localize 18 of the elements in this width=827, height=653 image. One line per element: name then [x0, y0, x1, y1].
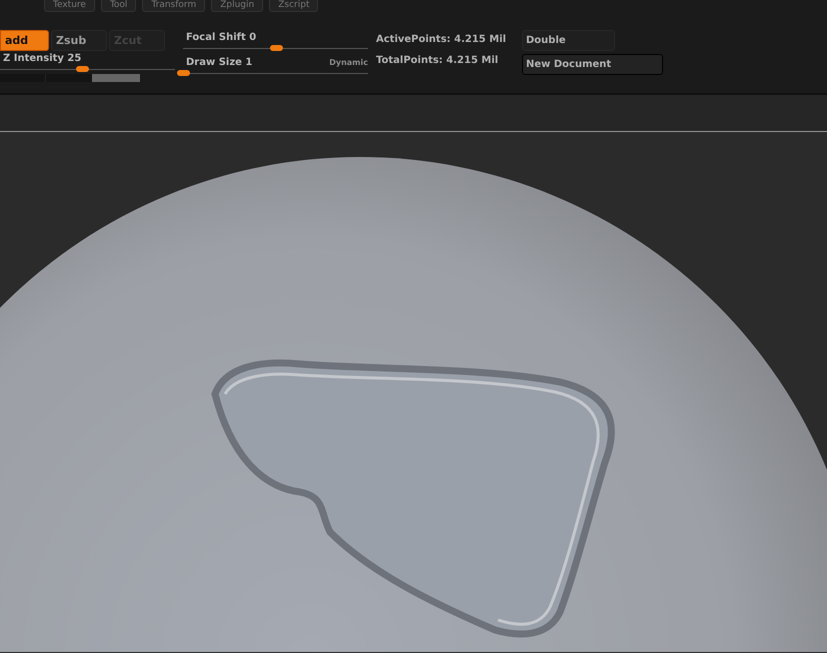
points-readout: TotalPoints: 4.215 Mil — [376, 55, 500, 66]
menu-button[interactable]: Tool — [100, 0, 136, 12]
menu-button[interactable]: Texture — [44, 0, 95, 12]
document-button[interactable]: New Document — [522, 54, 663, 75]
slider-label: Draw Size 1 — [185, 57, 252, 68]
menu-button[interactable]: Zscript — [269, 0, 318, 12]
slider-label: Focal Shift 0 — [185, 32, 258, 43]
slider-thumb[interactable] — [270, 45, 282, 51]
slider-label: Z Intensity 25 — [2, 53, 82, 64]
points-readout: ActivePoints: 4.215 Mil — [376, 34, 508, 45]
mode-button[interactable]: add — [0, 30, 49, 51]
mode-button[interactable]: Zsub — [51, 30, 107, 51]
document-button[interactable]: Double — [522, 30, 615, 51]
menu-button[interactable]: Transform — [142, 0, 206, 12]
dynamic-toggle[interactable]: Dynamic — [329, 58, 368, 67]
menu-button[interactable]: Zplugin — [211, 0, 264, 12]
slider-thumb[interactable] — [76, 66, 90, 72]
slider-thumb[interactable] — [177, 70, 190, 76]
